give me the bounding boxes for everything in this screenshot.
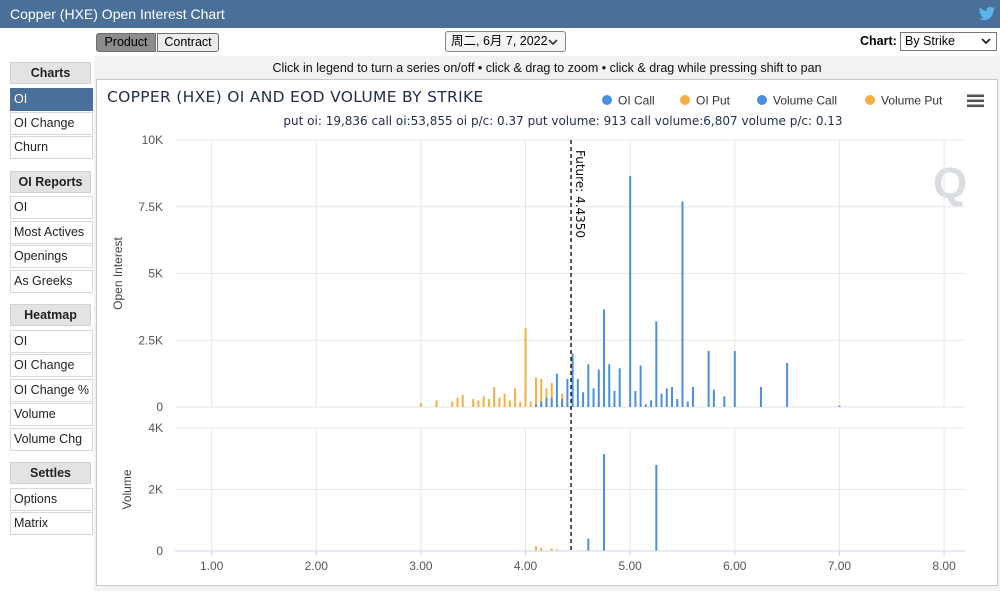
y-tick-label: 7.5K — [138, 200, 163, 214]
x-tick-label: 8.00 — [932, 559, 956, 573]
x-tick-label: 6.00 — [723, 559, 747, 573]
menu-icon[interactable] — [967, 94, 984, 108]
y-tick-label: 10K — [142, 133, 163, 147]
sidebar-item-reports-openings[interactable]: Openings — [10, 245, 93, 268]
chart-hint: Click in legend to turn a series on/off … — [272, 61, 822, 75]
x-tick-label: 3.00 — [409, 559, 433, 573]
window-title: Copper (HXE) Open Interest Chart — [10, 6, 225, 22]
sidebar-item-settles-options[interactable]: Options — [10, 488, 93, 511]
sidebar: Charts OI OI Change Churn OI Reports OI … — [0, 56, 94, 591]
sidebar-item-heatmap-volume[interactable]: Volume — [10, 403, 93, 426]
chart-container[interactable]: COPPER (HXE) OI AND EOD VOLUME BY STRIKE… — [96, 79, 998, 586]
date-select[interactable]: 周二, 6月 7, 2022 — [445, 31, 566, 52]
sidebar-item-reports-oi[interactable]: OI — [10, 196, 93, 219]
x-tick-label: 7.00 — [828, 559, 852, 573]
sidebar-item-settles-matrix[interactable]: Matrix — [10, 512, 93, 535]
future-marker-label: Future: 4.4350 — [573, 150, 587, 238]
y-tick-label: 2K — [148, 483, 163, 497]
y-axis-label: Volume — [120, 469, 134, 509]
window-title-bar: Copper (HXE) Open Interest Chart — [0, 0, 1000, 28]
legend-marker[interactable] — [757, 95, 767, 105]
y-tick-label: 0 — [156, 400, 163, 414]
sidebar-section-charts: Charts — [10, 62, 91, 84]
oi-volume-chart[interactable]: COPPER (HXE) OI AND EOD VOLUME BY STRIKE… — [97, 80, 999, 587]
date-value: 周二, 6月 7, 2022 — [451, 34, 548, 48]
chart-subtitle: put oi: 19,836 call oi:53,855 oi p/c: 0.… — [283, 114, 842, 128]
legend-item-oi-put[interactable]: OI Put — [696, 94, 731, 108]
sidebar-item-charts-oi-change[interactable]: OI Change — [10, 112, 93, 135]
product-button[interactable]: Product — [96, 33, 156, 52]
legend-marker[interactable] — [680, 95, 690, 105]
chart-panel: Click in legend to turn a series on/off … — [94, 56, 1000, 591]
sidebar-item-reports-most-actives[interactable]: Most Actives — [10, 221, 93, 244]
x-tick-label: 1.00 — [200, 559, 224, 573]
sidebar-item-heatmap-volume-chg[interactable]: Volume Chg — [10, 428, 93, 451]
sidebar-item-heatmap-oi[interactable]: OI — [10, 330, 93, 353]
sidebar-item-heatmap-oi-change-pct[interactable]: OI Change % — [10, 379, 93, 402]
y-tick-label: 4K — [148, 421, 163, 435]
contract-button[interactable]: Contract — [157, 33, 219, 52]
legend-marker[interactable] — [602, 95, 612, 105]
chart-type-label: Chart: — [860, 34, 897, 48]
chevron-down-icon — [980, 33, 992, 55]
legend-item-volume-call[interactable]: Volume Call — [773, 94, 837, 108]
sidebar-item-charts-oi[interactable]: OI — [10, 88, 93, 111]
sidebar-item-heatmap-oi-change[interactable]: OI Change — [10, 354, 93, 377]
legend-item-oi-call[interactable]: OI Call — [618, 94, 655, 108]
sidebar-item-reports-as-greeks[interactable]: As Greeks — [10, 270, 93, 293]
sidebar-item-charts-churn[interactable]: Churn — [10, 136, 93, 159]
sidebar-section-oi-reports: OI Reports — [10, 171, 91, 193]
sidebar-section-heatmap: Heatmap — [10, 304, 91, 326]
y-tick-label: 5K — [148, 267, 163, 281]
chevron-down-icon — [547, 33, 559, 58]
top-toolbar: Product Contract 周二, 6月 7, 2022 Chart: B… — [0, 28, 1000, 56]
legend-marker[interactable] — [865, 95, 875, 105]
y-axis-label: Open Interest — [111, 236, 125, 309]
watermark-logo: Q — [933, 159, 967, 208]
chart-type-value: By Strike — [905, 34, 956, 48]
x-tick-label: 4.00 — [514, 559, 538, 573]
x-tick-label: 5.00 — [618, 559, 642, 573]
twitter-icon[interactable] — [978, 5, 996, 23]
y-tick-label: 2.5K — [138, 333, 163, 347]
sidebar-section-settles: Settles — [10, 462, 91, 484]
chart-type-select[interactable]: By Strike — [900, 32, 997, 51]
legend-item-volume-put[interactable]: Volume Put — [881, 94, 943, 108]
x-tick-label: 2.00 — [305, 559, 329, 573]
chart-title: COPPER (HXE) OI AND EOD VOLUME BY STRIKE — [107, 88, 484, 106]
y-tick-label: 0 — [156, 544, 163, 558]
